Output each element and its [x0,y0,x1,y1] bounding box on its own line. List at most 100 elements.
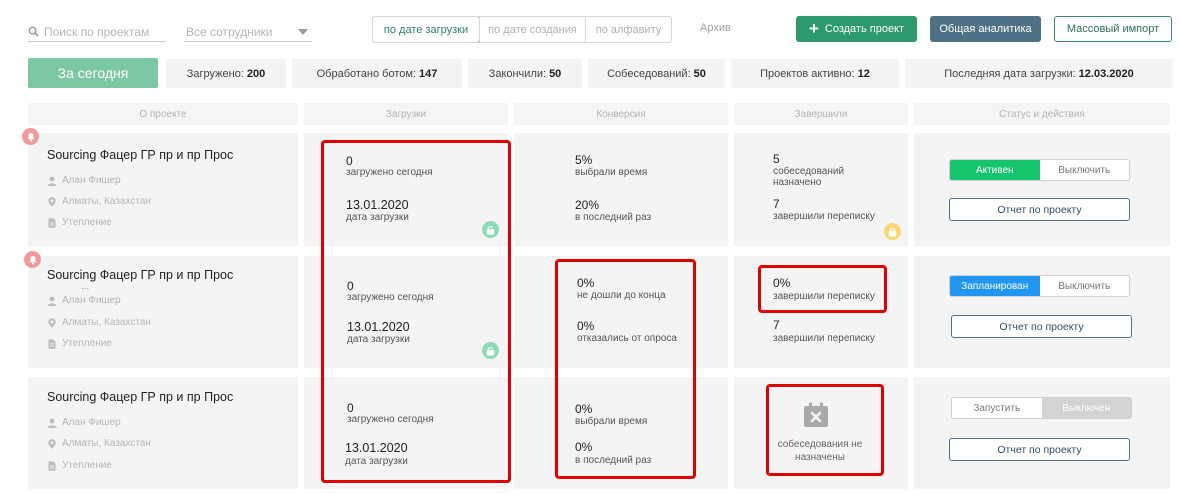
project-title[interactable]: Sourcing Фацер ГР пр и пр Прос [47,390,233,404]
project-card-status [914,133,1170,246]
location-pin-icon [48,438,56,449]
sort-by-creation-date[interactable]: по дате создания [479,17,585,42]
project-location: Алматы, Казахстан [47,317,151,328]
stat-value: 12.03.2020 [1078,67,1134,80]
location-name: Алматы, Казахстан [62,196,151,207]
document-icon [48,338,56,349]
sort-alphabetical[interactable]: по алфавиту [585,17,671,42]
status-active-button[interactable]: Активен [950,160,1040,180]
project-owner: Алан Фишер [47,175,121,186]
bell-icon[interactable] [22,128,39,145]
stat-label: Загружено: [186,67,244,80]
finished-label-2: завершили переписку [773,211,875,222]
owner-name: Алан Фишер [62,295,121,306]
column-header-conversion: Конверсия [514,103,728,125]
category-name: Утепление [62,460,112,471]
finished-value-2: 7 [773,197,780,211]
user-icon [47,176,57,186]
status-disabled-button[interactable]: Выключен [1041,398,1131,418]
highlight-box-conversion [555,259,696,479]
status-toggle: Запустить Выключен [951,397,1132,419]
highlight-box-uploads [321,140,511,483]
project-report-button[interactable]: Отчет по проекту [949,198,1130,221]
stat-label: Проектов активно: [760,67,855,80]
highlight-box-finished [758,265,887,313]
status-toggle: Активен Выключить [949,159,1130,181]
stat-value: 50 [549,67,562,80]
column-header-status: Статус и действия [914,103,1170,125]
stat-value: 200 [246,67,266,80]
category-name: Утепление [62,338,112,349]
conversion-label-2: в последний раз [575,212,652,223]
more-dots: ... [81,281,90,292]
location-name: Алматы, Казахстан [62,317,151,328]
stat-interviews: Собеседований: 50 [588,59,725,88]
stat-label: Последняя дата загрузки: [944,67,1076,80]
project-title[interactable]: Sourcing Фацер ГР пр и пр Прос [47,268,233,282]
bell-icon[interactable] [24,251,41,268]
location-name: Алматы, Казахстан [62,438,151,449]
conversion-value-1: 5% [575,153,593,167]
search-placeholder: Поиск по проектам [44,24,150,39]
conversion-label-1: выбрали время [575,167,648,178]
lock-icon[interactable] [884,223,901,240]
stat-uploaded: Загружено: 200 [166,59,286,88]
employees-select-value: Все сотрудники [186,24,273,39]
chevron-down-icon [298,28,308,35]
turn-off-button[interactable]: Выключить [1040,276,1130,296]
project-category: Утепление [47,338,112,349]
employees-select[interactable]: Все сотрудники [184,22,312,42]
finished-value-2: 7 [773,318,780,332]
today-tab[interactable]: За сегодня [28,58,158,88]
sort-by-upload-date[interactable]: по дате загрузки [373,17,480,42]
location-pin-icon [48,317,56,328]
project-card-status [914,377,1170,489]
search-icon [28,26,39,37]
location-pin-icon [48,196,56,207]
project-location: Алматы, Казахстан [47,196,151,207]
project-card-status [914,256,1170,368]
column-header-finished: Завершили [734,103,908,125]
project-title[interactable]: Sourcing Фацер ГР пр и пр Прос [47,148,233,162]
user-icon [47,418,57,428]
conversion-value-2: 20% [575,198,600,212]
archive-link[interactable]: Архив [700,22,731,34]
project-report-button[interactable]: Отчет по проекту [949,438,1130,461]
stat-finished: Закончили: 50 [468,59,582,88]
project-card-finished [734,133,908,246]
user-icon [47,296,57,306]
stat-active-projects: Проектов активно: 12 [731,59,899,88]
project-category: Утепление [47,460,112,471]
project-category: Утепление [47,217,112,228]
owner-name: Алан Фишер [62,175,121,186]
stat-bot-processed: Обработано ботом: 147 [292,59,462,88]
stat-label: Обработано ботом: [316,67,417,80]
finished-value-1: 5 [773,152,780,166]
project-owner: Алан Фишер [47,417,121,428]
status-planned-button[interactable]: Запланирован [950,276,1040,296]
stat-label: Закончили: [488,67,547,80]
highlight-box-no-interviews [766,384,884,476]
create-project-label: Создать проект [824,23,905,35]
owner-name: Алан Фишер [62,417,121,428]
project-report-button[interactable]: Отчет по проекту [951,315,1132,338]
mass-import-button[interactable]: Массовый импорт [1054,16,1172,42]
turn-off-button[interactable]: Выключить [1040,160,1130,180]
column-header-uploads: Загрузки [304,103,508,125]
analytics-button[interactable]: Общая аналитика [930,16,1041,42]
plus-icon: + [808,18,819,38]
stat-value: 12 [857,67,870,80]
finished-label-1: собеседований назначено [773,166,845,188]
stat-last-upload-date: Последняя дата загрузки: 12.03.2020 [905,59,1173,88]
create-project-button[interactable]: + Создать проект [796,16,917,42]
column-header-about: О проекте [28,103,298,125]
stat-value: 147 [419,67,438,80]
project-location: Алматы, Казахстан [47,438,151,449]
project-owner: Алан Фишер [47,295,121,306]
project-card-conversion [514,133,728,246]
start-button[interactable]: Запустить [952,398,1042,418]
search-input[interactable]: Поиск по проектам [28,22,166,42]
stat-value: 50 [693,67,706,80]
category-name: Утепление [62,217,112,228]
stat-label: Собеседований: [607,67,691,80]
